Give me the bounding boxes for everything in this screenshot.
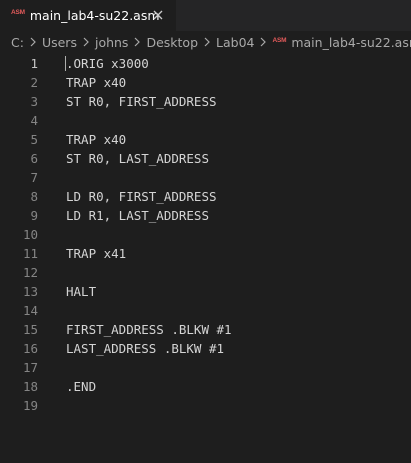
editor-tab[interactable]: ASM main_lab4-su22.asm <box>0 0 176 31</box>
breadcrumb-item-lab04[interactable]: Lab04 <box>216 35 254 50</box>
code-text[interactable]: FIRST_ADDRESS .BLKW #1 <box>66 320 232 339</box>
code-line[interactable]: 2 TRAP x40 <box>0 73 411 92</box>
code-line[interactable]: 3 ST R0, FIRST_ADDRESS <box>0 92 411 111</box>
code-text[interactable]: TRAP x41 <box>66 244 126 263</box>
line-number: 10 <box>22 227 38 242</box>
line-number: 15 <box>22 322 38 337</box>
line-number: 11 <box>22 246 38 261</box>
code-text[interactable]: HALT <box>66 282 96 301</box>
code-editor[interactable]: 1 .ORIG x3000 2 TRAP x40 3 ST R0, FIRST_ADDRE… <box>0 53 411 463</box>
code-line[interactable]: 1 .ORIG x3000 <box>0 54 411 73</box>
chevron-right-icon <box>29 37 37 47</box>
breadcrumb-item-desktop[interactable]: Desktop <box>146 35 198 50</box>
code-line[interactable]: 6 ST R0, LAST_ADDRESS <box>0 149 411 168</box>
code-text[interactable]: LAST_ADDRESS .BLKW #1 <box>66 339 224 358</box>
tab-filename[interactable]: main_lab4-su22.asm <box>30 8 160 23</box>
code-text[interactable]: TRAP x40 <box>66 130 126 149</box>
code-line[interactable]: 5 TRAP x40 <box>0 130 411 149</box>
line-number: 16 <box>22 341 38 356</box>
breadcrumb-item-file[interactable]: main_lab4-su22.asm <box>291 35 411 50</box>
code-text[interactable]: LD R1, LAST_ADDRESS <box>66 206 209 225</box>
line-number: 6 <box>30 151 38 166</box>
line-number: 18 <box>22 379 38 394</box>
code-line[interactable]: 18 .END <box>0 377 411 396</box>
breadcrumb-item-users[interactable]: Users <box>42 35 77 50</box>
chevron-right-icon <box>203 37 211 47</box>
line-number: 5 <box>30 132 38 147</box>
code-text[interactable]: ST R0, FIRST_ADDRESS <box>66 92 217 111</box>
line-number: 9 <box>30 208 38 223</box>
code-line[interactable]: 19 <box>0 396 411 415</box>
line-number: 8 <box>30 189 38 204</box>
breadcrumb-item-johns[interactable]: johns <box>95 35 128 50</box>
code-line[interactable]: 11 TRAP x41 <box>0 244 411 263</box>
code-line[interactable]: 9 LD R1, LAST_ADDRESS <box>0 206 411 225</box>
code-text[interactable]: .END <box>66 377 96 396</box>
line-number: 3 <box>30 94 38 109</box>
line-number: 2 <box>30 75 38 90</box>
code-text[interactable]: ST R0, LAST_ADDRESS <box>66 149 209 168</box>
code-text[interactable]: TRAP x40 <box>66 73 126 92</box>
line-number: 12 <box>22 265 38 280</box>
breadcrumb-item-drive[interactable]: C: <box>11 35 24 50</box>
line-number: 4 <box>30 113 38 128</box>
chevron-right-icon <box>82 37 90 47</box>
code-line[interactable]: 16 LAST_ADDRESS .BLKW #1 <box>0 339 411 358</box>
tab-bar: ASM main_lab4-su22.asm <box>0 0 411 31</box>
line-number: 17 <box>22 360 38 375</box>
code-line[interactable]: 4 <box>0 111 411 130</box>
code-line[interactable]: 15 FIRST_ADDRESS .BLKW #1 <box>0 320 411 339</box>
line-number: 14 <box>22 303 38 318</box>
code-line[interactable]: 14 <box>0 301 411 320</box>
line-number: 1 <box>30 56 38 71</box>
breadcrumb: C: Users johns Desktop Lab04 ASM main_la… <box>0 31 411 53</box>
line-number: 13 <box>22 284 38 299</box>
code-line[interactable]: 7 <box>0 168 411 187</box>
code-line[interactable]: 10 <box>0 225 411 244</box>
line-number: 7 <box>30 170 38 185</box>
close-icon[interactable] <box>152 9 164 21</box>
code-line[interactable]: 13 HALT <box>0 282 411 301</box>
chevron-right-icon <box>133 37 141 47</box>
line-number: 19 <box>22 398 38 413</box>
code-line[interactable]: 8 LD R0, FIRST_ADDRESS <box>0 187 411 206</box>
code-text[interactable]: .ORIG x3000 <box>66 54 149 73</box>
code-line[interactable]: 17 <box>0 358 411 377</box>
code-line[interactable]: 12 <box>0 263 411 282</box>
asm-file-icon: ASM <box>11 9 25 17</box>
chevron-right-icon <box>259 37 267 47</box>
asm-file-icon: ASM <box>272 36 287 44</box>
code-text[interactable]: LD R0, FIRST_ADDRESS <box>66 187 217 206</box>
